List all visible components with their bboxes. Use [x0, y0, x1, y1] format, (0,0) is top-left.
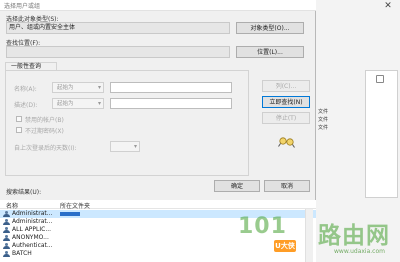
- object-types-button[interactable]: 对象类型(O)...: [236, 22, 304, 34]
- locations-button[interactable]: 位置(L)...: [236, 46, 304, 58]
- user-icon: [3, 227, 10, 233]
- days-since-logon-select[interactable]: [110, 141, 140, 152]
- column-folder[interactable]: 所在文件夹: [60, 201, 90, 210]
- user-icon: [3, 243, 10, 249]
- close-icon[interactable]: ✕: [375, 0, 400, 12]
- dialog-titlebar: 选择用户或组: [0, 0, 316, 11]
- watermark-text: 路由网: [318, 223, 390, 249]
- bg-list-item: 文件: [318, 109, 329, 115]
- object-type-field: 用户、组或内置安全主体: [6, 22, 230, 34]
- user-icon: [3, 219, 10, 225]
- column-name[interactable]: 名称: [6, 201, 18, 210]
- days-since-logon-label: 自上次登录后的天数(I):: [14, 145, 77, 152]
- row-folder-highlight: [60, 212, 80, 216]
- cancel-button[interactable]: 取消: [264, 180, 310, 192]
- name-label: 名称(A):: [14, 86, 37, 93]
- watermark-url: www.udaxia.com: [334, 248, 385, 255]
- description-label: 描述(D):: [14, 102, 38, 109]
- row-name: Administrat...: [12, 210, 53, 217]
- description-input[interactable]: [110, 98, 232, 109]
- stop-button[interactable]: 停止(T): [262, 112, 310, 124]
- row-name: BATCH: [12, 250, 32, 257]
- find-now-button[interactable]: 立即查找(N): [262, 96, 310, 108]
- watermark-badge: U大侠: [274, 240, 296, 252]
- description-mode-select[interactable]: 起始为: [52, 98, 104, 109]
- user-icon: [3, 211, 10, 217]
- dialog-title: 选择用户或组: [4, 3, 41, 10]
- no-expire-password-label: 不过期密码(X): [25, 128, 64, 135]
- no-expire-password-checkbox[interactable]: [16, 127, 22, 133]
- user-icon: [3, 251, 10, 257]
- disabled-accounts-checkbox[interactable]: [16, 116, 22, 122]
- search-icon: [278, 137, 295, 148]
- ok-button[interactable]: 确定: [214, 180, 260, 192]
- watermark-logo: 101 路由网 U大侠 www.udaxia.com: [234, 208, 400, 262]
- user-icon: [3, 235, 10, 241]
- bg-list-item: 文件: [318, 117, 329, 123]
- bg-list-item: 文件: [318, 125, 329, 131]
- panel-icon: [376, 75, 384, 83]
- name-mode-select[interactable]: 起始为: [52, 82, 104, 93]
- name-input[interactable]: [110, 82, 232, 93]
- disabled-accounts-label: 禁用的帐户(B): [25, 117, 64, 124]
- row-name: ANONYMO...: [12, 234, 49, 241]
- search-results-label: 搜索结果(U):: [6, 189, 42, 196]
- row-name: ALL APPLIC...: [12, 226, 52, 233]
- row-name: Administrat...: [12, 218, 53, 225]
- row-name: Authenticat...: [12, 242, 53, 249]
- columns-button[interactable]: 列(C)...: [262, 80, 310, 92]
- background-panel: [365, 70, 398, 198]
- location-field: [6, 46, 230, 58]
- watermark-number: 101: [238, 214, 287, 239]
